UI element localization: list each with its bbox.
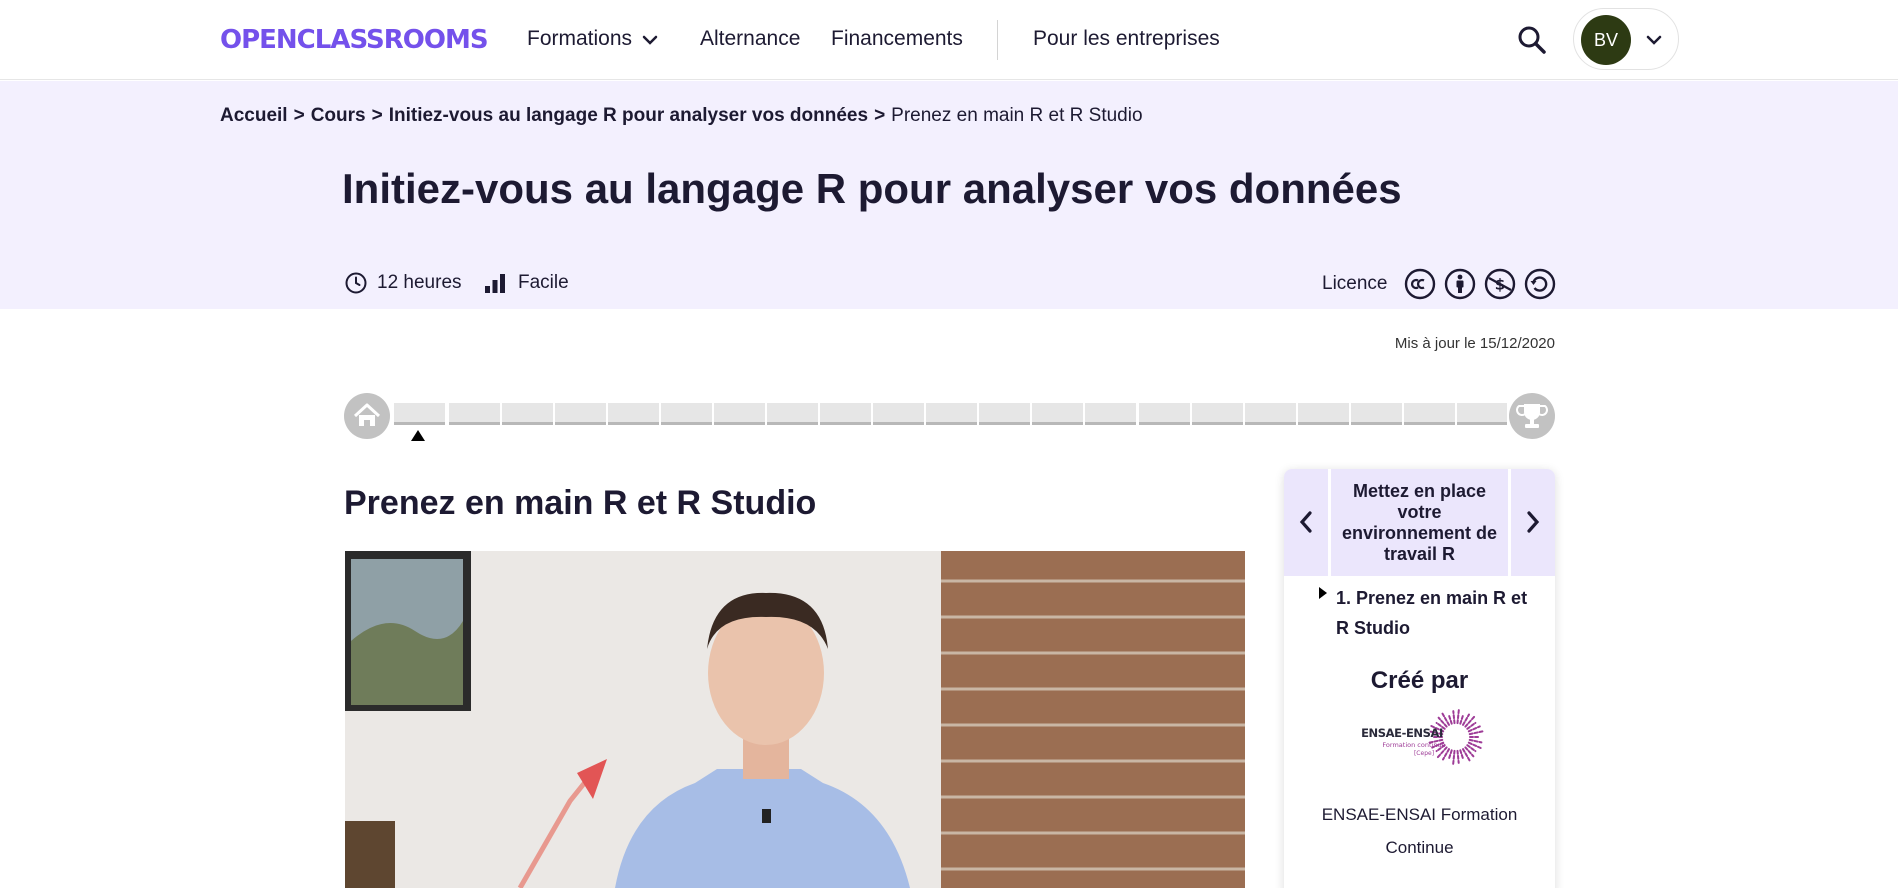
account-menu-button[interactable]: BV	[1573, 8, 1679, 70]
logo-ray	[1456, 708, 1460, 725]
progress-segment[interactable]	[873, 403, 924, 425]
sa-sharealike-icon[interactable]	[1524, 268, 1556, 300]
progress-segment[interactable]	[394, 403, 445, 425]
progress-part-3	[820, 403, 1136, 425]
progress-segment[interactable]	[820, 403, 871, 425]
logo-ray	[1447, 713, 1453, 725]
progress-part-4	[1139, 403, 1507, 425]
progress-part-1	[394, 403, 445, 425]
progress-segment[interactable]	[608, 403, 659, 425]
svg-text:ENSAE-ENSAI: ENSAE-ENSAI	[1361, 726, 1443, 740]
progress-segment[interactable]	[555, 403, 606, 425]
search-icon[interactable]	[1516, 24, 1548, 56]
chevron-down-icon[interactable]	[640, 30, 660, 50]
nav-formations[interactable]: Formations	[527, 26, 632, 52]
next-part-button[interactable]	[1511, 469, 1555, 576]
course-outline-card: Mettez en place votre environnement de t…	[1284, 469, 1555, 888]
breadcrumb: Accueil > Cours > Initiez-vous au langage R …	[220, 104, 1143, 128]
course-completion-button[interactable]	[1509, 393, 1555, 439]
breadcrumb-separator: >	[874, 105, 886, 126]
chevron-left-icon	[1299, 511, 1312, 533]
nav-divider	[997, 20, 998, 60]
breadcrumb-current: Prenez en main R et R Studio	[891, 105, 1143, 126]
progress-segment[interactable]	[1298, 403, 1349, 425]
avatar: BV	[1581, 15, 1631, 65]
course-difficulty: Facile	[518, 272, 569, 293]
logo-ray	[1468, 730, 1484, 736]
progress-segment[interactable]	[714, 403, 765, 425]
creator-name[interactable]: ENSAE-ENSAI Formation Continue	[1304, 798, 1535, 864]
progress-segment[interactable]	[1351, 403, 1402, 425]
clock-icon	[345, 272, 367, 294]
breadcrumb-cours[interactable]: Cours	[311, 105, 366, 126]
course-home-button[interactable]	[344, 393, 390, 439]
openclassrooms-logo[interactable]: OPENCLASSROOMS	[220, 26, 489, 54]
nav-alternance[interactable]: Alternance	[700, 26, 800, 52]
chevron-right-icon	[1527, 511, 1540, 533]
progress-segment[interactable]	[1139, 403, 1190, 425]
chevron-down-icon	[1646, 35, 1662, 45]
progress-segment[interactable]	[1404, 403, 1455, 425]
caret-right-icon	[1319, 587, 1327, 599]
video-thumbnail	[345, 551, 1245, 888]
course-duration: 12 heures	[377, 272, 462, 293]
logo-ray	[1447, 749, 1453, 761]
svg-text:[Cepe]: [Cepe]	[1414, 750, 1434, 757]
lesson-link-current[interactable]: 1. Prenez en main R et R Studio	[1336, 583, 1541, 643]
logo-ray	[1468, 738, 1483, 744]
progress-segment[interactable]	[449, 403, 500, 425]
progress-segment[interactable]	[1245, 403, 1296, 425]
ensae-ensai-logo[interactable]: ENSAE-ENSAI Formation continue [Cepe]	[1356, 707, 1484, 777]
progress-segment[interactable]	[1192, 403, 1243, 425]
progress-segment[interactable]	[926, 403, 977, 425]
progress-segment[interactable]	[1085, 403, 1136, 425]
logo-ray	[1459, 749, 1465, 761]
logo-ray	[1452, 710, 1456, 725]
breadcrumb-accueil[interactable]: Accueil	[220, 105, 288, 126]
nav-financements[interactable]: Financements	[831, 26, 963, 52]
logo-ray	[1459, 713, 1465, 725]
difficulty-bars-icon	[485, 274, 505, 293]
progress-segment[interactable]	[661, 403, 712, 425]
progress-segment[interactable]	[502, 403, 553, 425]
logo-ray	[1456, 749, 1460, 764]
breadcrumb-separator: >	[371, 105, 383, 126]
current-part-title: Mettez en place votre environnement de t…	[1331, 469, 1508, 576]
previous-part-button[interactable]	[1284, 469, 1328, 576]
breadcrumb-course[interactable]: Initiez-vous au langage R pour analyser …	[389, 105, 868, 126]
progress-segment[interactable]	[979, 403, 1030, 425]
licence-label: Licence	[1322, 273, 1388, 294]
top-header: OPENCLASSROOMS Formations Alternance Fin…	[0, 0, 1898, 80]
progress-segment[interactable]	[1032, 403, 1083, 425]
progress-segment[interactable]	[767, 403, 818, 425]
progress-part-2	[449, 403, 818, 425]
by-attribution-icon[interactable]	[1444, 268, 1476, 300]
logo-ray	[1452, 749, 1456, 766]
page-title: Initiez-vous au langage R pour analyser …	[342, 165, 1402, 212]
current-position-marker	[411, 430, 425, 441]
last-updated: Mis à jour le 15/12/2020	[1394, 335, 1555, 352]
created-by-label: Créé par	[1370, 667, 1469, 694]
svg-text:Formation continue: Formation continue	[1382, 741, 1445, 749]
nc-noncommercial-icon[interactable]: $	[1484, 268, 1516, 300]
trophy-icon	[1516, 404, 1548, 428]
home-icon	[353, 403, 381, 426]
nav-pour-les-entreprises[interactable]: Pour les entreprises	[1033, 26, 1220, 52]
video-player[interactable]	[345, 551, 1245, 888]
progress-segment[interactable]	[1457, 403, 1507, 425]
chapter-title: Prenez en main R et R Studio	[344, 484, 817, 522]
breadcrumb-separator: >	[293, 105, 305, 126]
cc-icon[interactable]	[1404, 268, 1436, 300]
